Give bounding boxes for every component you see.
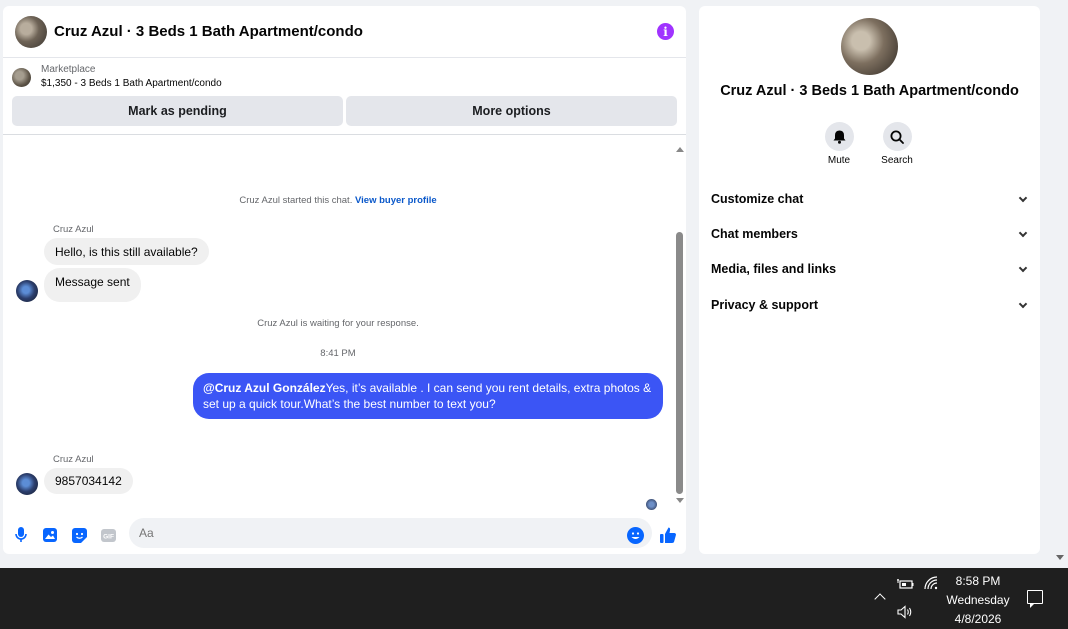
search-button[interactable]: Search — [872, 122, 922, 166]
info-avatar[interactable] — [841, 18, 898, 75]
chat-info-panel: Cruz Azul · 3 Beds 1 Bath Apartment/cond… — [699, 6, 1040, 554]
privacy-support-section[interactable]: Privacy & support — [711, 298, 1029, 312]
message-list: Cruz Azul started this chat. View buyer … — [3, 140, 673, 512]
thumbs-up-icon[interactable] — [659, 526, 677, 544]
section-label: Customize chat — [711, 192, 804, 206]
listing-description: $1,350 - 3 Beds 1 Bath Apartment/condo — [41, 78, 222, 89]
microphone-icon[interactable] — [13, 527, 29, 543]
message-timestamp: 8:41 PM — [320, 348, 356, 359]
view-buyer-profile-link[interactable]: View buyer profile — [355, 195, 437, 206]
listing-category: Marketplace — [41, 64, 96, 75]
mute-button[interactable]: Mute — [814, 122, 864, 166]
clock-time: 8:58 PM — [955, 574, 1001, 588]
photo-icon[interactable] — [42, 527, 58, 543]
incoming-message[interactable]: 9857034142 — [44, 468, 133, 494]
listing-actions: Mark as pending More options — [3, 96, 686, 126]
notification-center-icon[interactable] — [1027, 590, 1043, 608]
emoji-icon[interactable] — [627, 527, 644, 544]
customize-chat-section[interactable]: Customize chat — [711, 192, 1029, 206]
section-label: Media, files and links — [711, 262, 837, 276]
taskbar: 8:58 PM Wednesday 4/8/2026 — [0, 568, 1068, 629]
scroll-up-arrow[interactable] — [676, 147, 684, 152]
chevron-down-icon — [1018, 193, 1028, 202]
search-label: Search — [881, 155, 913, 166]
divider — [3, 134, 686, 135]
svg-text:GIF: GIF — [103, 533, 114, 540]
sender-name: Cruz Azul — [53, 224, 94, 235]
scroll-thumb[interactable] — [676, 232, 683, 494]
chat-members-section[interactable]: Chat members — [711, 227, 1029, 241]
waiting-notice: Cruz Azul is waiting for your response. — [257, 318, 419, 329]
chat-header: Cruz Azul · 3 Beds 1 Bath Apartment/cond… — [3, 6, 686, 58]
chevron-down-icon — [1018, 299, 1028, 308]
incoming-message[interactable]: Message sent — [44, 268, 141, 302]
chevron-down-icon — [1018, 228, 1028, 237]
chat-panel: Cruz Azul · 3 Beds 1 Bath Apartment/cond… — [3, 6, 686, 554]
show-hidden-icons-chevron[interactable] — [874, 593, 886, 605]
sender-name: Cruz Azul — [53, 454, 94, 465]
wifi-icon[interactable] — [924, 576, 938, 595]
composer: GIF — [3, 516, 686, 554]
sticker-icon[interactable] — [71, 527, 87, 543]
chat-title[interactable]: Cruz Azul · 3 Beds 1 Bath Apartment/cond… — [54, 23, 363, 40]
chat-started-notice: Cruz Azul started this chat. View buyer … — [239, 195, 437, 206]
message-scrollbar[interactable] — [673, 140, 686, 512]
section-label: Chat members — [711, 227, 798, 241]
outgoing-message[interactable]: @Cruz Azul GonzálezYes, it’s available .… — [193, 373, 663, 419]
chat-avatar[interactable] — [15, 15, 47, 48]
system-clock[interactable]: 8:58 PM Wednesday 4/8/2026 — [944, 572, 1012, 629]
info-icon[interactable]: i — [657, 23, 674, 40]
bell-icon — [833, 130, 845, 144]
mark-pending-button[interactable]: Mark as pending — [12, 96, 343, 126]
sender-avatar — [16, 473, 38, 495]
battery-icon[interactable] — [897, 577, 914, 595]
incoming-message[interactable]: Hello, is this still available? — [44, 238, 209, 265]
seen-indicator-avatar — [646, 499, 657, 510]
media-files-links-section[interactable]: Media, files and links — [711, 262, 1029, 276]
listing-text: Marketplace $1,350 - 3 Beds 1 Bath Apart… — [41, 63, 222, 91]
chevron-down-icon — [1018, 263, 1028, 272]
clock-day: Wednesday — [946, 593, 1010, 607]
section-label: Privacy & support — [711, 298, 818, 312]
volume-icon[interactable] — [897, 605, 913, 624]
gif-icon[interactable]: GIF — [100, 527, 116, 543]
message-input[interactable] — [129, 518, 652, 548]
listing-thumbnail — [12, 67, 31, 87]
clock-date: 4/8/2026 — [954, 612, 1002, 626]
listing-banner[interactable]: Marketplace $1,350 - 3 Beds 1 Bath Apart… — [3, 58, 686, 96]
info-title: Cruz Azul · 3 Beds 1 Bath Apartment/cond… — [720, 83, 1019, 99]
mute-label: Mute — [827, 155, 851, 166]
more-options-button[interactable]: More options — [346, 96, 677, 126]
sender-avatar — [16, 280, 38, 302]
scroll-down-arrow[interactable] — [676, 498, 684, 503]
mention[interactable]: @Cruz Azul González — [203, 381, 326, 395]
search-icon — [890, 130, 904, 144]
page-scroll-down-arrow[interactable] — [1056, 555, 1064, 560]
